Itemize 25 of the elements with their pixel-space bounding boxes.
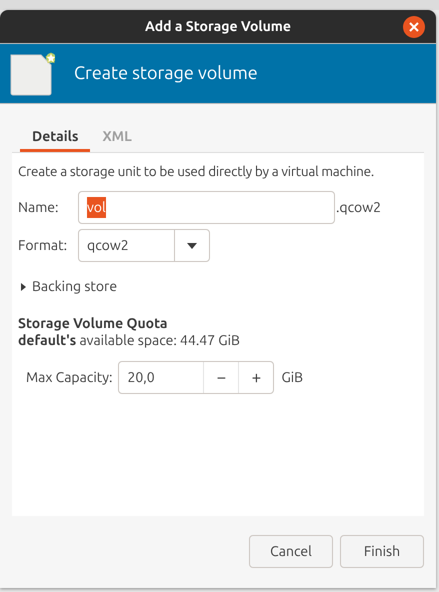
capacity-value: 20,0 (126, 368, 156, 388)
increment-button[interactable]: + (238, 362, 274, 394)
format-label: Format: (18, 236, 68, 256)
dialog-button[interactable]: Finish (340, 535, 424, 568)
window-title: Add a Storage Volume (145, 17, 291, 36)
close-button[interactable] (403, 16, 425, 38)
dialog-button[interactable]: Cancel (249, 535, 333, 568)
name-label: Name: (18, 198, 60, 218)
close-icon (409, 22, 419, 32)
unit-label: GiB (281, 368, 304, 388)
header-title: Create storage volume (74, 62, 258, 85)
capacity-label: Max Capacity: (26, 368, 112, 388)
dropdown-caret-icon (187, 242, 197, 249)
name-field[interactable]: vol (78, 191, 335, 224)
quota-title: Storage Volume Quota (18, 315, 169, 332)
description-text: Create a storage unit to be used directly by a virtual machine. (18, 162, 376, 181)
backing-store-expander[interactable]: Backing store (20, 276, 118, 298)
decrement-button[interactable]: − (203, 362, 238, 394)
format-dropdown[interactable]: qcow2 (78, 229, 210, 262)
extension-label: .qcow2 (336, 198, 381, 218)
expander-arrow-icon (20, 282, 26, 291)
capacity-spinner[interactable]: 20,0 − + (118, 361, 274, 394)
available-space-text: default's available space: 44.47 GiB (18, 331, 241, 350)
name-value: vol (87, 197, 106, 218)
new-file-icon (9, 50, 55, 96)
